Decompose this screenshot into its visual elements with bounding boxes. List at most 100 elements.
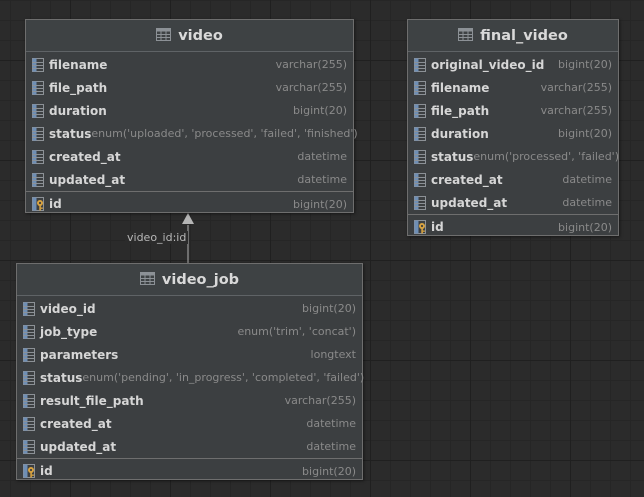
column-name: file_path xyxy=(49,80,108,95)
column-row[interactable]: updated_at datetime xyxy=(17,435,362,458)
column-icon xyxy=(30,80,46,96)
primary-key-icon xyxy=(30,196,46,212)
table-icon xyxy=(156,26,172,45)
primary-key-row[interactable]: id bigint(20) xyxy=(17,459,362,483)
column-icon xyxy=(21,347,37,363)
table-final-video[interactable]: final_video original_video_id bigint(20)… xyxy=(407,19,619,236)
column-row[interactable]: file_path varchar(255) xyxy=(408,99,618,122)
column-icon xyxy=(21,324,37,340)
column-row[interactable]: filename varchar(255) xyxy=(26,53,353,76)
column-icon xyxy=(30,126,46,142)
primary-key-row[interactable]: id bigint(20) xyxy=(408,215,618,239)
column-name: created_at xyxy=(40,416,112,431)
primary-key-icon xyxy=(21,463,37,479)
column-type: datetime xyxy=(306,440,356,453)
column-type: datetime xyxy=(562,173,612,186)
table-video-job-header[interactable]: video_job xyxy=(17,264,362,296)
column-row[interactable]: parameters longtext xyxy=(17,343,362,366)
column-row[interactable]: updated_at datetime xyxy=(408,191,618,214)
column-icon xyxy=(21,370,37,386)
column-type: bigint(20) xyxy=(302,464,356,478)
column-name: id xyxy=(49,197,62,211)
column-icon xyxy=(412,149,428,165)
column-row[interactable]: duration bigint(20) xyxy=(26,99,353,122)
column-name: filename xyxy=(49,57,108,72)
column-row[interactable]: original_video_id bigint(20) xyxy=(408,53,618,76)
primary-key-icon xyxy=(412,219,428,235)
column-name: created_at xyxy=(49,149,121,164)
column-name: job_type xyxy=(40,324,98,339)
table-video-job-columns: video_id bigint(20) job_type enum('trim'… xyxy=(17,296,365,458)
column-row[interactable]: status enum('pending', 'in_progress', 'c… xyxy=(17,366,365,389)
column-icon xyxy=(30,172,46,188)
column-name: original_video_id xyxy=(431,57,545,72)
column-type: datetime xyxy=(562,196,612,209)
column-name: id xyxy=(431,220,444,234)
column-row[interactable]: created_at datetime xyxy=(17,412,362,435)
table-video-header[interactable]: video xyxy=(26,20,353,52)
column-type: bigint(20) xyxy=(558,220,612,234)
column-name: result_file_path xyxy=(40,393,144,408)
column-name: updated_at xyxy=(431,195,508,210)
table-video[interactable]: video filename varchar(255) file_path va… xyxy=(25,19,358,216)
column-icon xyxy=(412,103,428,119)
column-type: varchar(255) xyxy=(275,58,347,71)
table-video-job-title: video_job xyxy=(161,271,240,288)
column-icon xyxy=(412,172,428,188)
relation-label: video_id:id xyxy=(125,231,189,244)
column-name: duration xyxy=(49,103,107,118)
column-icon xyxy=(21,416,37,432)
column-name: video_id xyxy=(40,301,96,316)
column-row[interactable]: result_file_path varchar(255) xyxy=(17,389,362,412)
column-name: updated_at xyxy=(40,439,117,454)
column-icon xyxy=(412,57,428,73)
column-type: varchar(255) xyxy=(275,81,347,94)
column-name: status xyxy=(49,126,92,141)
column-row[interactable]: created_at datetime xyxy=(408,168,618,191)
column-row[interactable]: filename varchar(255) xyxy=(408,76,618,99)
column-name: status xyxy=(431,149,474,164)
column-name: id xyxy=(40,464,53,478)
column-row[interactable]: created_at datetime xyxy=(26,145,353,168)
column-row[interactable]: video_id bigint(20) xyxy=(17,297,362,320)
column-icon xyxy=(30,57,46,73)
column-row[interactable]: job_type enum('trim', 'concat') xyxy=(17,320,362,343)
column-type: bigint(20) xyxy=(293,104,347,117)
column-type: enum('uploaded', 'processed', 'failed', … xyxy=(91,127,358,140)
column-icon xyxy=(412,126,428,142)
column-name: created_at xyxy=(431,172,503,187)
table-final-video-title: final_video xyxy=(480,27,568,44)
column-type: varchar(255) xyxy=(540,104,612,117)
column-row[interactable]: duration bigint(20) xyxy=(408,122,618,145)
column-type: longtext xyxy=(310,348,356,361)
column-type: bigint(20) xyxy=(302,302,356,315)
column-type: enum('processed', 'failed') xyxy=(473,150,620,163)
column-name: file_path xyxy=(431,103,490,118)
column-type: varchar(255) xyxy=(284,394,356,407)
column-type: datetime xyxy=(306,417,356,430)
table-video-title: video xyxy=(178,27,223,44)
column-type: bigint(20) xyxy=(558,58,612,71)
column-name: parameters xyxy=(40,347,119,362)
column-type: enum('pending', 'in_progress', 'complete… xyxy=(82,371,365,384)
column-row[interactable]: file_path varchar(255) xyxy=(26,76,353,99)
column-name: duration xyxy=(431,126,489,141)
table-final-video-columns: original_video_id bigint(20) filename va… xyxy=(408,52,620,214)
primary-key-row[interactable]: id bigint(20) xyxy=(26,192,353,216)
column-name: status xyxy=(40,370,83,385)
column-icon xyxy=(412,195,428,211)
column-type: varchar(255) xyxy=(540,81,612,94)
column-row[interactable]: status enum('processed', 'failed') xyxy=(408,145,620,168)
column-row[interactable]: updated_at datetime xyxy=(26,168,353,191)
table-video-columns: filename varchar(255) file_path varchar(… xyxy=(26,52,358,191)
table-icon xyxy=(458,26,474,45)
column-icon xyxy=(21,301,37,317)
column-row[interactable]: status enum('uploaded', 'processed', 'fa… xyxy=(26,122,358,145)
column-type: enum('trim', 'concat') xyxy=(237,325,356,338)
column-icon xyxy=(412,80,428,96)
table-video-job[interactable]: video_job video_id bigint(20) job_type e… xyxy=(16,263,365,483)
column-icon xyxy=(21,439,37,455)
table-final-video-header[interactable]: final_video xyxy=(408,20,618,52)
column-name: filename xyxy=(431,80,490,95)
column-type: datetime xyxy=(297,173,347,186)
